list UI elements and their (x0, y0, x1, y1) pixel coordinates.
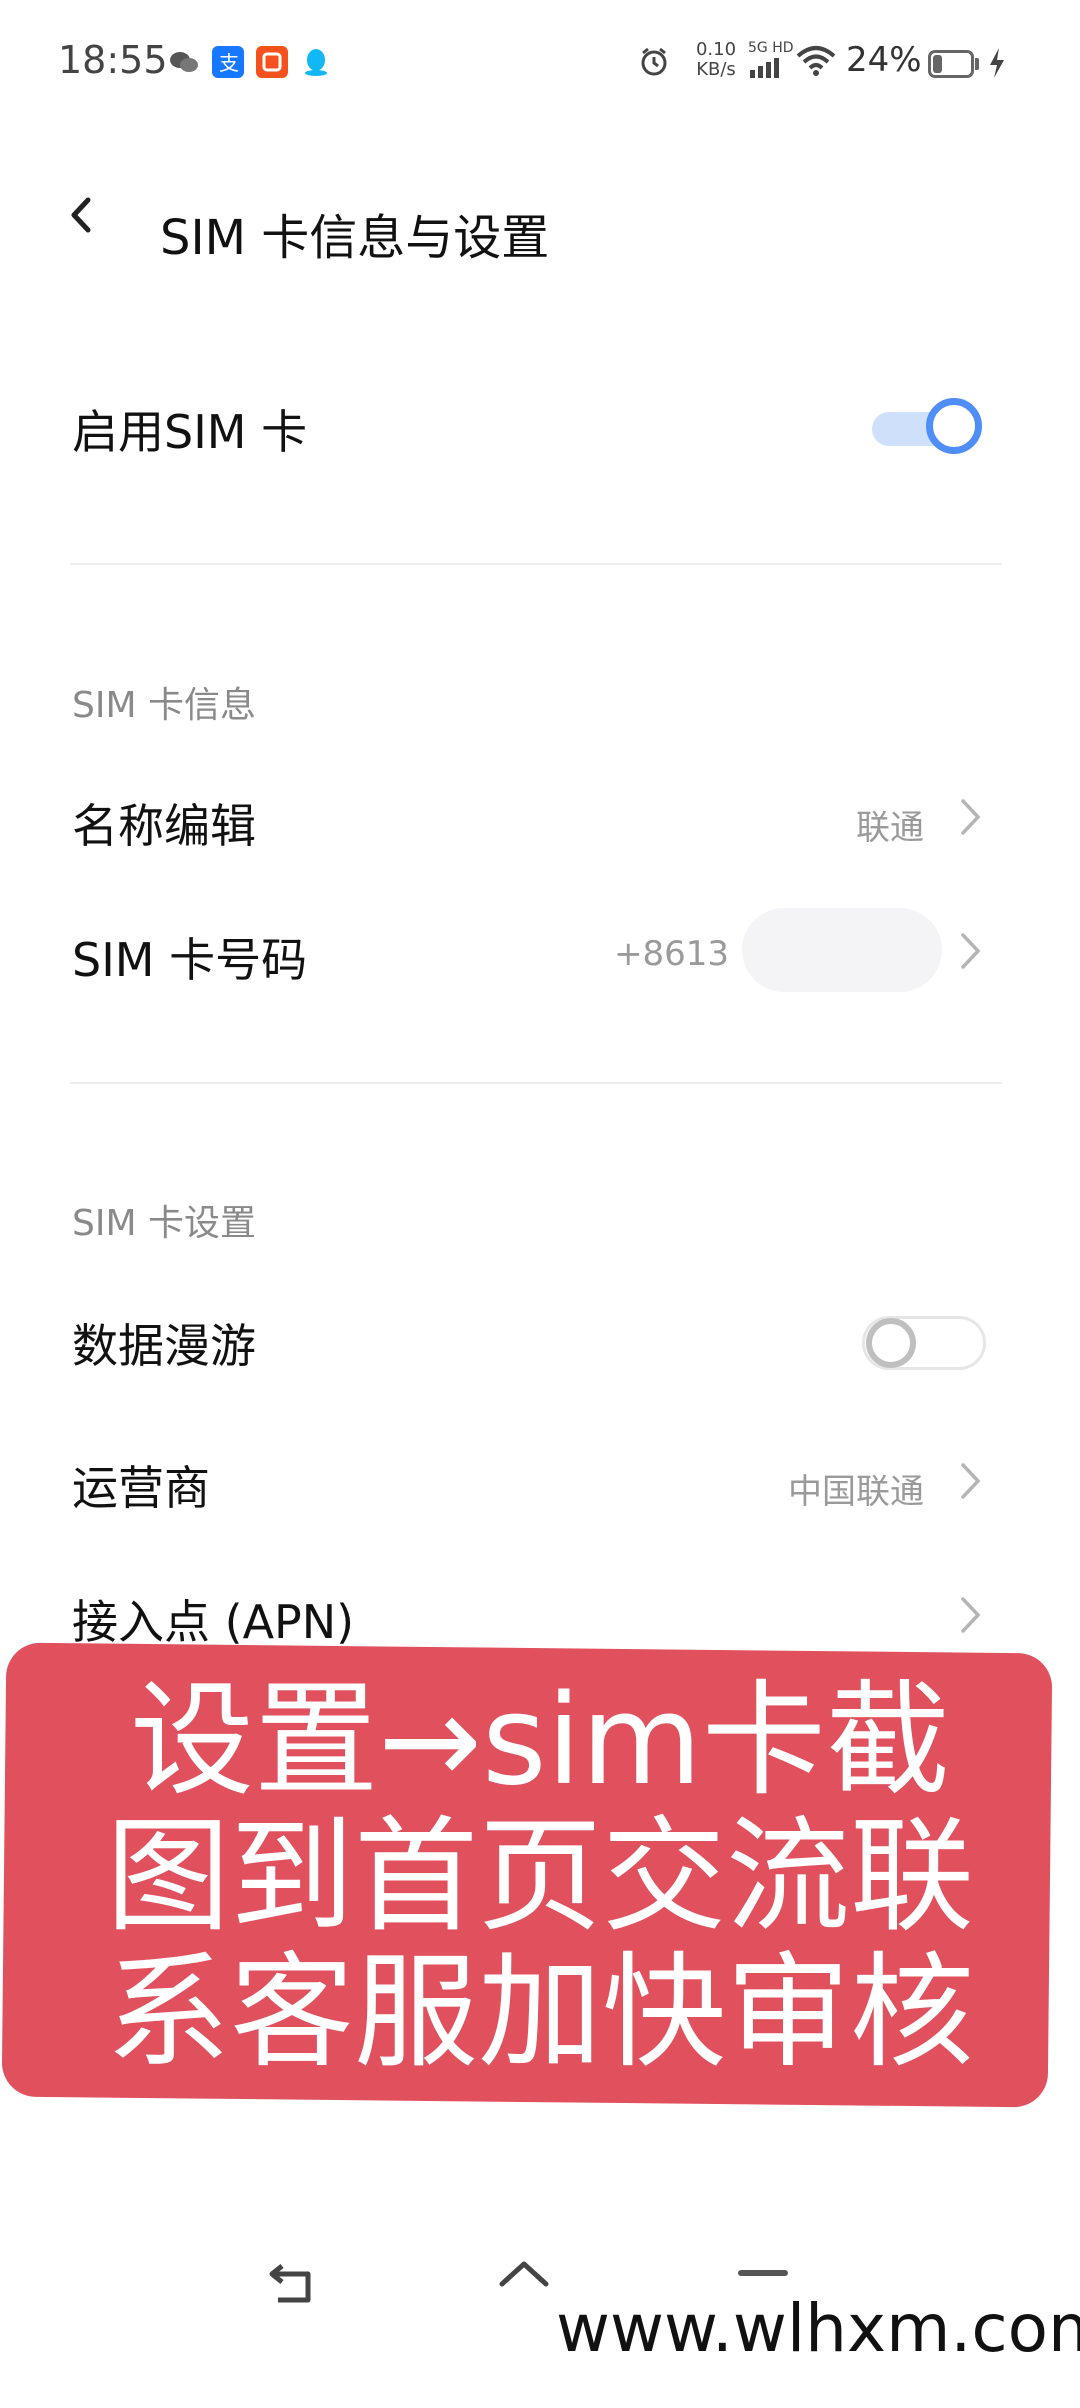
signal-label: 5G HD (748, 40, 794, 56)
net-speed-value: 0.10 (695, 39, 737, 60)
chevron-right-icon (961, 799, 981, 835)
alarm-icon (638, 46, 670, 82)
wechat-icon (168, 46, 200, 78)
name-edit-label: 名称编辑 (72, 799, 256, 853)
redaction-blur (742, 908, 942, 992)
overlay-line: 系客服加快审核 (105, 1941, 974, 2085)
sim-number-value: +8613 (614, 934, 730, 974)
battery-icon (928, 50, 974, 78)
wifi-icon (796, 44, 836, 82)
battery-tip (975, 58, 979, 70)
divider (70, 563, 1002, 565)
data-roaming-toggle[interactable] (862, 1312, 988, 1374)
divider (70, 1082, 1002, 1084)
nav-back-icon (269, 2264, 311, 2303)
nav-recents-button[interactable] (738, 2270, 788, 2276)
nav-home-button[interactable] (496, 2260, 552, 2308)
enable-sim-toggle[interactable] (868, 398, 988, 460)
carrier-label: 运营商 (72, 1461, 210, 1515)
nav-back-button[interactable] (268, 2264, 318, 2310)
taobao-icon (256, 46, 288, 78)
net-speed: 0.10 KB/s (686, 40, 746, 80)
page-title: SIM 卡信息与设置 (160, 210, 550, 266)
battery-fill (933, 55, 942, 73)
overlay-line: 设置→sim卡截 (130, 1669, 950, 1813)
chevron-right-icon (961, 933, 981, 969)
watermark-text: www.wlhxm.com (548, 2290, 1080, 2367)
sim-number-label: SIM 卡号码 (72, 933, 308, 987)
back-arrow-icon (71, 197, 91, 233)
apn-label: 接入点 (APN) (72, 1595, 355, 1649)
svg-text:支: 支 (219, 51, 239, 75)
name-edit-row[interactable]: 名称编辑 联通 (0, 764, 1080, 874)
carrier-value: 中国联通 (788, 1472, 924, 1512)
alipay-icon: 支 (212, 46, 244, 78)
overlay-line: 图到首页交流联 (105, 1805, 974, 1949)
sim-number-row[interactable]: SIM 卡号码 +8613 (0, 898, 1080, 1008)
back-button[interactable] (62, 196, 100, 234)
section-sim-settings: SIM 卡设置 (72, 1203, 256, 1244)
battery-percent: 24% (846, 40, 922, 80)
toggle-knob (926, 398, 982, 454)
status-time: 18:55 (58, 38, 168, 82)
chevron-right-icon (961, 1597, 981, 1633)
enable-sim-label: 启用SIM 卡 (72, 405, 308, 459)
net-speed-unit: KB/s (696, 59, 736, 80)
qq-icon (300, 46, 332, 78)
signal-icon: 5G HD (748, 40, 794, 82)
nav-home-icon (499, 2261, 549, 2287)
charging-icon (988, 48, 1006, 82)
toggle-knob (866, 1318, 916, 1368)
name-edit-value: 联通 (856, 808, 924, 848)
carrier-row[interactable]: 运营商 中国联通 (0, 1430, 1080, 1540)
chevron-right-icon (961, 1463, 981, 1499)
data-roaming-label: 数据漫游 (72, 1319, 256, 1373)
section-sim-info: SIM 卡信息 (72, 685, 256, 726)
